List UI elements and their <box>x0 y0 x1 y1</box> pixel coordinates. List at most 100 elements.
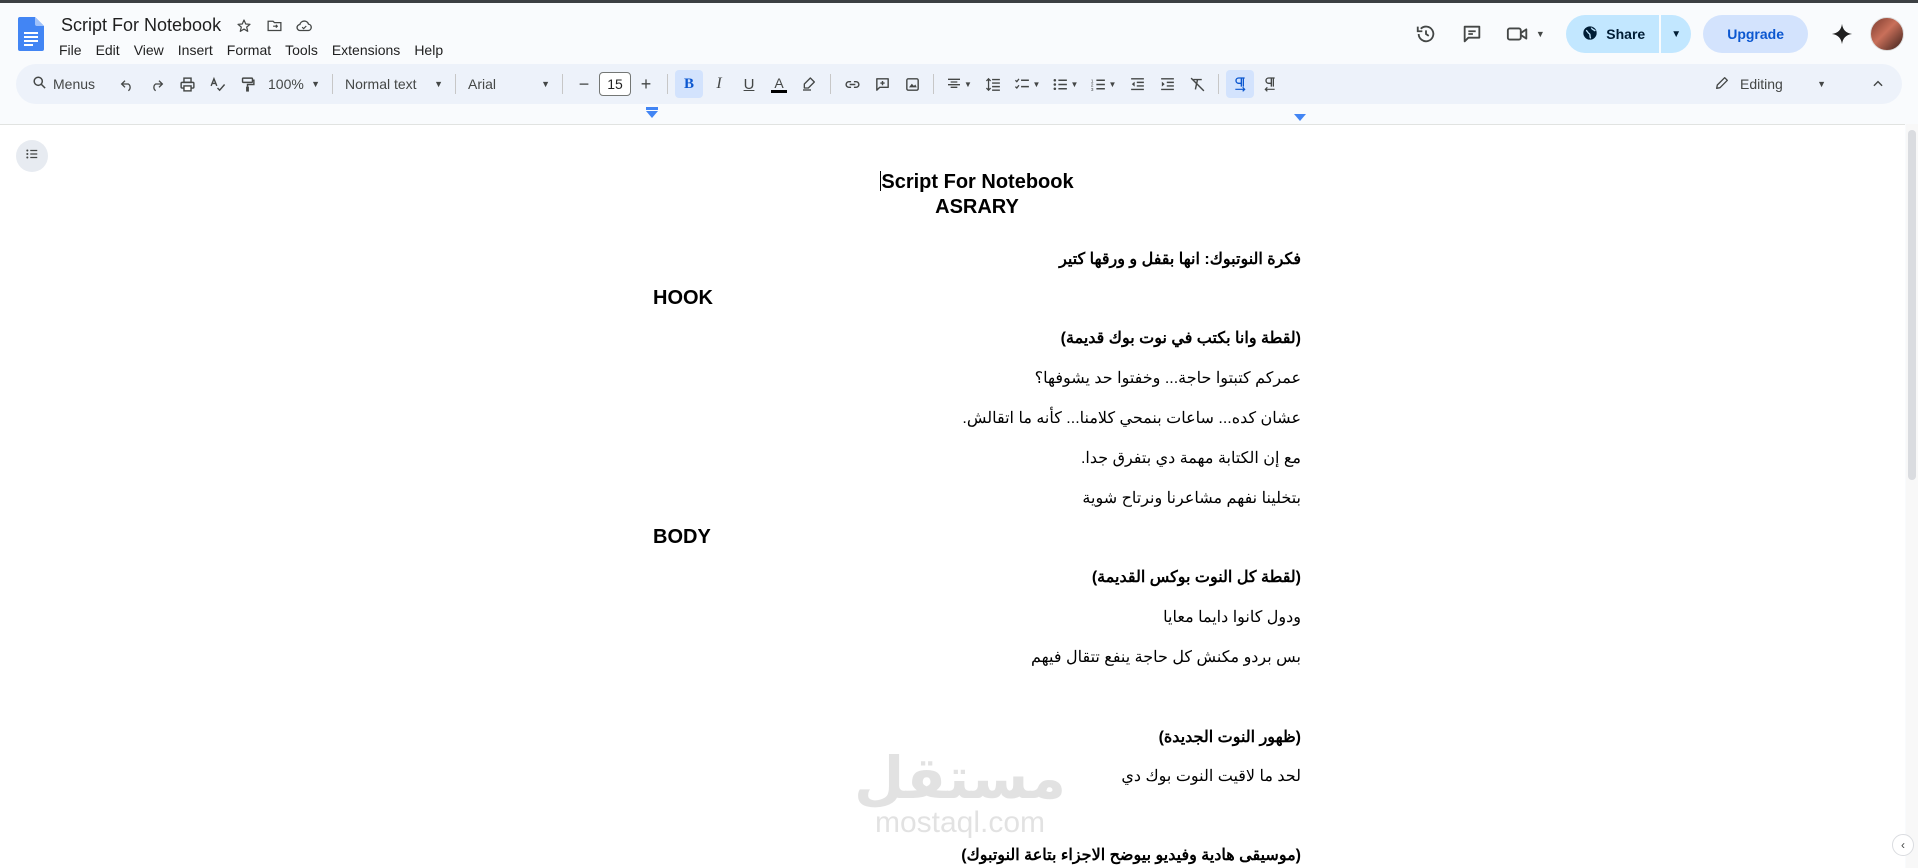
menu-help[interactable]: Help <box>407 40 450 60</box>
notebook-idea-line: فكرة النوتبوك: انها بقفل و ورقها كتير <box>653 249 1301 269</box>
body-line-2: بس بردو مكنش كل حاجة ينفع تتقال فيهم <box>1031 649 1301 666</box>
right-indent-marker[interactable] <box>1294 114 1306 121</box>
divider <box>332 74 333 94</box>
comments-icon[interactable] <box>1452 14 1492 54</box>
menus-search[interactable]: Menus <box>26 70 112 98</box>
decrease-indent-icon[interactable] <box>1123 70 1151 98</box>
globe-icon <box>1582 25 1598 44</box>
divider <box>455 74 456 94</box>
share-dropdown-button[interactable]: ▼ <box>1661 15 1692 53</box>
search-icon <box>32 75 47 93</box>
checklist-icon[interactable]: ▼ <box>1009 70 1045 98</box>
menu-edit[interactable]: Edit <box>89 40 127 60</box>
watermark: مستقل mostaql.com <box>840 748 1080 848</box>
paragraph-style-select[interactable]: Normal text ▼ <box>339 70 449 98</box>
watermark-arabic: مستقل <box>853 744 1067 812</box>
hook-heading: HOOK <box>653 287 713 309</box>
body-line-1: ودول كانوا دايما معايا <box>1163 609 1301 626</box>
caret-down-icon: ▼ <box>1817 79 1826 89</box>
menu-bar: File Edit View Insert Format Tools Exten… <box>52 40 450 60</box>
body-scene-1: (لقطة كل النوت بوكس القديمة) <box>1091 569 1301 586</box>
insert-link-icon[interactable] <box>838 70 866 98</box>
align-icon[interactable]: ▼ <box>941 70 977 98</box>
move-to-folder-icon[interactable] <box>263 15 285 37</box>
doc-title-text: Script For Notebook <box>881 171 1074 193</box>
editing-mode-select[interactable]: Editing ▼ <box>1706 70 1834 98</box>
star-icon[interactable] <box>233 15 255 37</box>
bold-icon[interactable]: B <box>675 70 703 98</box>
hook-scene: (لقطة وانا بكتب في نوت بوك قديمة) <box>1060 330 1301 347</box>
share-label: Share <box>1606 26 1646 42</box>
rtl-text-icon[interactable] <box>1256 70 1284 98</box>
italic-icon[interactable]: I <box>705 70 733 98</box>
watermark-latin: mostaql.com <box>874 806 1046 839</box>
scrollbar-thumb[interactable] <box>1908 130 1916 480</box>
avatar[interactable] <box>1870 17 1904 51</box>
paint-format-icon[interactable] <box>233 70 261 98</box>
redo-icon[interactable] <box>143 70 171 98</box>
collapse-toolbar-icon[interactable] <box>1864 70 1892 98</box>
text-color-icon[interactable]: A <box>765 70 793 98</box>
doc-subtitle: ASRARY <box>935 196 1019 218</box>
hook-line-3: مع إن الكتابة مهمة دي بتفرق جدا. <box>1080 450 1301 467</box>
vertical-scrollbar[interactable] <box>1906 124 1918 868</box>
side-panel-toggle-icon[interactable]: ‹ <box>1892 834 1914 856</box>
font-value: Arial <box>468 76 497 92</box>
underline-icon[interactable]: U <box>735 70 763 98</box>
divider <box>830 74 831 94</box>
body-heading: BODY <box>653 526 711 548</box>
pencil-icon <box>1714 75 1730 94</box>
editing-mode-label: Editing <box>1740 76 1783 92</box>
document-title[interactable]: Script For Notebook <box>57 14 225 37</box>
menu-insert[interactable]: Insert <box>171 40 220 60</box>
meet-icon[interactable]: ▼ <box>1498 14 1552 54</box>
divider <box>667 74 668 94</box>
highlight-color-icon[interactable] <box>795 70 823 98</box>
ltr-text-icon[interactable] <box>1226 70 1254 98</box>
version-history-icon[interactable] <box>1406 14 1446 54</box>
divider <box>1218 74 1219 94</box>
hook-line-4: بتخلينا نفهم مشاعرنا ونرتاح شوية <box>1082 490 1301 507</box>
zoom-select[interactable]: 100% ▼ <box>262 70 326 98</box>
increase-font-size-icon[interactable]: + <box>632 70 660 98</box>
menu-view[interactable]: View <box>127 40 171 60</box>
caret-down-icon: ▼ <box>541 79 550 89</box>
divider <box>933 74 934 94</box>
menu-file[interactable]: File <box>52 40 89 60</box>
share-button[interactable]: Share <box>1566 15 1660 53</box>
font-size-input[interactable]: 15 <box>599 72 631 96</box>
notebook-idea-text: فكرة النوتبوك: انها بقفل و ورقها كتير <box>1059 251 1301 268</box>
upgrade-button[interactable]: Upgrade <box>1703 15 1808 53</box>
increase-indent-icon[interactable] <box>1153 70 1181 98</box>
formatting-toolbar: Menus 100% ▼ Normal text ▼ Arial ▼ − 15 … <box>16 64 1902 104</box>
doc-title-line: Script For Notebook <box>653 171 1301 194</box>
top-bar: Script For Notebook File Edit View Inser… <box>0 0 1918 62</box>
font-select[interactable]: Arial ▼ <box>462 70 556 98</box>
menu-format[interactable]: Format <box>220 40 278 60</box>
hook-line-1: عمركم كتبتوا حاجة... وخفتوا حد يشوفها؟ <box>1034 370 1301 387</box>
cloud-saved-icon[interactable] <box>293 15 315 37</box>
docs-logo-icon[interactable] <box>18 17 44 51</box>
menus-search-label: Menus <box>53 76 96 92</box>
clear-formatting-icon[interactable] <box>1183 70 1211 98</box>
left-indent-marker[interactable] <box>646 107 658 118</box>
menu-extensions[interactable]: Extensions <box>325 40 407 60</box>
numbered-list-icon[interactable]: 1 2 3 ▼ <box>1085 70 1121 98</box>
caret-down-icon: ▼ <box>311 79 320 89</box>
body-scene-3: (موسيقى هادية وفيديو بيوضح الاجزاء بتاعة… <box>961 847 1301 864</box>
insert-image-icon[interactable] <box>898 70 926 98</box>
document-outline-button[interactable] <box>16 140 48 172</box>
hook-line-2: عشان كده... ساعات بنمحي كلامنا... كأنه م… <box>962 410 1301 427</box>
divider <box>562 74 563 94</box>
decrease-font-size-icon[interactable]: − <box>570 70 598 98</box>
print-icon[interactable] <box>173 70 201 98</box>
menu-tools[interactable]: Tools <box>278 40 325 60</box>
bulleted-list-icon[interactable]: ▼ <box>1047 70 1083 98</box>
outline-list-icon <box>25 147 39 166</box>
spellcheck-icon[interactable] <box>203 70 231 98</box>
zoom-value: 100% <box>268 76 304 92</box>
add-comment-icon[interactable] <box>868 70 896 98</box>
line-spacing-icon[interactable] <box>979 70 1007 98</box>
gemini-sparkle-icon[interactable] <box>1822 14 1862 54</box>
undo-icon[interactable] <box>113 70 141 98</box>
